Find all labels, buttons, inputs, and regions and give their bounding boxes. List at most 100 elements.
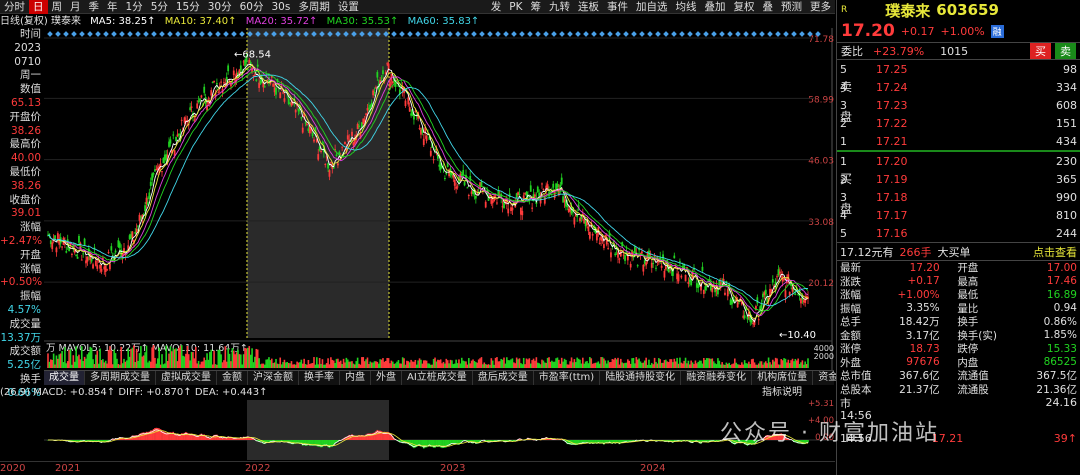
volume-bar xyxy=(508,360,511,368)
volume-bar xyxy=(290,361,293,368)
period-1[interactable]: 日 xyxy=(29,0,48,14)
tab-7[interactable]: AI立桩成交量 xyxy=(402,371,473,385)
volume-bar xyxy=(520,363,522,368)
period-13[interactable]: 设置 xyxy=(334,0,363,14)
period-0[interactable]: 分时 xyxy=(0,0,29,14)
tool-6[interactable]: 加自选 xyxy=(632,0,672,14)
tool-5[interactable]: 事件 xyxy=(603,0,632,14)
kline-chart[interactable]: 71.7858.9946.0333.0820.12←68.54←10.40万 M… xyxy=(44,28,836,370)
volume-bar xyxy=(465,361,467,368)
volume-bar xyxy=(676,357,678,368)
volume-bar xyxy=(182,355,184,368)
ask-row[interactable]: 1 17.21 434 xyxy=(837,132,1080,150)
volume-bar xyxy=(663,360,666,368)
ask-row[interactable]: 4 17.24 334 xyxy=(837,78,1080,96)
candle-body xyxy=(251,67,253,73)
candle-body xyxy=(313,139,315,142)
bigorder-link[interactable]: 点击查看 xyxy=(1033,244,1077,260)
period-2[interactable]: 周 xyxy=(48,0,67,14)
volume-bar xyxy=(227,348,229,368)
tab-0[interactable]: 多周期成交量 xyxy=(85,371,156,385)
tool-10[interactable]: 叠 xyxy=(759,0,778,14)
volume-bar xyxy=(346,359,349,368)
period-6[interactable]: 1分 xyxy=(122,0,147,14)
year-2022: 2022 xyxy=(245,463,271,474)
candle-body xyxy=(408,107,411,112)
period-3[interactable]: 月 xyxy=(66,0,85,14)
tab-4[interactable]: 换手率 xyxy=(299,371,340,385)
bid-row[interactable]: 3 17.18 990 xyxy=(837,188,1080,206)
tab-volume[interactable]: 成交量 xyxy=(44,371,85,385)
bigorder-vol: 266手 xyxy=(899,245,932,259)
tab-6[interactable]: 外盘 xyxy=(371,371,402,385)
signal-diamond xyxy=(551,31,557,37)
volume-bar xyxy=(645,357,647,368)
tool-8[interactable]: 叠加 xyxy=(701,0,730,14)
volume-bar xyxy=(434,357,436,368)
candle-body xyxy=(55,247,58,253)
tool-12[interactable]: 更多 xyxy=(806,0,835,14)
last-price: 17.20 xyxy=(841,21,895,41)
tool-1[interactable]: PK xyxy=(505,0,526,14)
tab-10[interactable]: 陆股通持股变化 xyxy=(600,371,682,385)
ask-row[interactable]: 2 17.22 151 xyxy=(837,114,1080,132)
ma10-line xyxy=(47,63,809,319)
tab-8[interactable]: 盘后成交量 xyxy=(473,371,534,385)
period-11[interactable]: 30s xyxy=(268,0,295,14)
tab-3[interactable]: 沪深金额 xyxy=(248,371,299,385)
period-7[interactable]: 5分 xyxy=(147,0,172,14)
volume-bar xyxy=(301,363,304,368)
signal-diamond xyxy=(199,31,205,37)
ask-row[interactable]: 3 17.23 608 xyxy=(837,96,1080,114)
tab-2[interactable]: 金额 xyxy=(217,371,248,385)
indicator-explain-button[interactable]: 指标说明 xyxy=(762,386,802,399)
volume-bar xyxy=(666,361,669,368)
tool-7[interactable]: 均线 xyxy=(672,0,701,14)
period-4[interactable]: 季 xyxy=(85,0,104,14)
period-8[interactable]: 15分 xyxy=(172,0,204,14)
volume-bar xyxy=(128,356,131,368)
period-5[interactable]: 年 xyxy=(103,0,122,14)
candle-body xyxy=(96,265,99,269)
bid-row[interactable]: 5 17.16 244 xyxy=(837,224,1080,242)
volume-bar xyxy=(332,360,335,368)
volume-bar xyxy=(294,364,297,368)
tool-2[interactable]: 筹 xyxy=(527,0,546,14)
info-23: 成交额 xyxy=(9,345,42,358)
tab-11[interactable]: 融资融券变化 xyxy=(681,371,753,385)
volume-bar xyxy=(574,362,577,368)
tool-3[interactable]: 九转 xyxy=(545,0,574,14)
bid-row[interactable]: 2 17.19 365 xyxy=(837,170,1080,188)
info-16: 开盘 xyxy=(20,248,41,261)
volume-bar xyxy=(586,361,588,368)
candle-body xyxy=(279,92,282,99)
ask-row[interactable]: 5 17.25 98 xyxy=(837,60,1080,78)
buy-button[interactable]: 买 xyxy=(1030,43,1051,59)
tool-0[interactable]: 发 xyxy=(487,0,506,14)
tool-11[interactable]: 预测 xyxy=(777,0,806,14)
volume-bar xyxy=(342,358,345,368)
candle-body xyxy=(100,268,103,272)
period-12[interactable]: 多周期 xyxy=(294,0,334,14)
signal-diamond xyxy=(535,31,541,37)
volume-bar xyxy=(681,363,684,368)
bid-row[interactable]: 4 17.17 810 xyxy=(837,206,1080,224)
volume-bar xyxy=(225,361,228,368)
sell-button[interactable]: 卖 xyxy=(1055,43,1076,59)
period-10[interactable]: 60分 xyxy=(236,0,268,14)
candle-body xyxy=(652,263,655,265)
volume-bar xyxy=(703,357,705,368)
tab-5[interactable]: 内盘 xyxy=(340,371,371,385)
tool-9[interactable]: 复权 xyxy=(730,0,759,14)
candle-body xyxy=(255,79,258,81)
volume-bar xyxy=(649,364,652,368)
tool-4[interactable]: 连板 xyxy=(574,0,603,14)
tab-12[interactable]: 机构席位量 xyxy=(752,371,814,385)
signal-diamond xyxy=(487,31,493,37)
bid-row[interactable]: 1 17.20 230 xyxy=(837,152,1080,170)
candle-body xyxy=(407,97,410,105)
volume-bar xyxy=(745,363,747,368)
tab-9[interactable]: 市盈率(ttm) xyxy=(534,371,601,385)
period-9[interactable]: 30分 xyxy=(204,0,236,14)
tab-1[interactable]: 虚拟成交量 xyxy=(156,371,217,385)
